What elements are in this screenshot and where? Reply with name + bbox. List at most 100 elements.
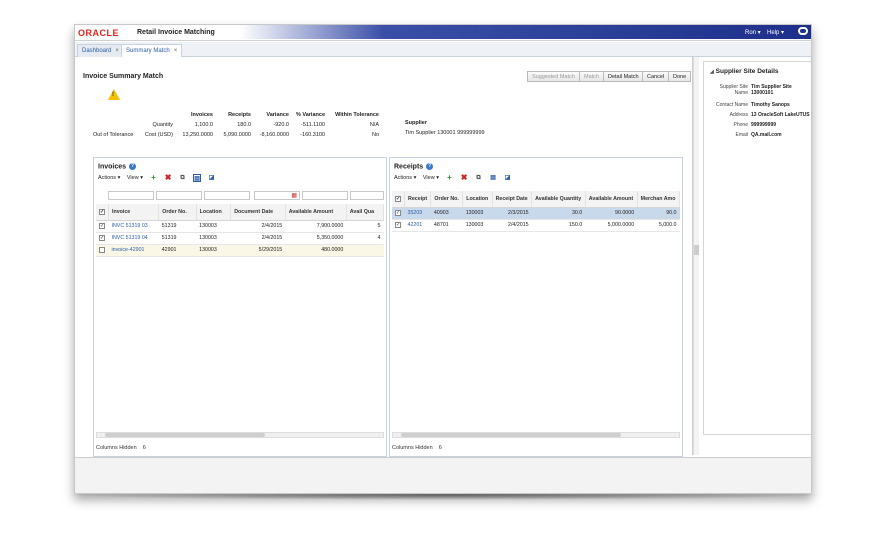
col-header[interactable]: Available Quantity (531, 191, 586, 208)
table-header: ✓ Receipt Order No. Location Receipt Dat… (392, 191, 681, 208)
detach-icon[interactable]: ⧉ (179, 174, 187, 182)
supplier-value: Tim Supplier 130001 999999999 (405, 130, 485, 136)
scroll-thumb[interactable] (401, 433, 621, 437)
close-icon[interactable]: × (115, 48, 119, 54)
actions-menu[interactable]: Actions ▾ (98, 175, 120, 181)
field-value: QA.mail.com (751, 132, 782, 138)
invoice-link[interactable]: invoice-42901 (108, 244, 159, 257)
col-header[interactable]: Available Amount (585, 191, 638, 208)
help-menu[interactable]: Help ▾ (767, 29, 784, 36)
main-content: Invoice Summary Match Suggested Match Ma… (75, 57, 693, 457)
warning-icon (108, 89, 120, 100)
app-title: Retail Invoice Matching (137, 29, 215, 36)
invoice-link[interactable]: INVC 51319 03 (108, 220, 159, 233)
tab-summary-match[interactable]: Summary Match × (121, 44, 183, 57)
col-header[interactable]: Order No. (158, 204, 197, 221)
col-header[interactable]: Avail Qua (346, 204, 385, 221)
filter-date[interactable]: ▦ (254, 191, 300, 200)
receipts-title: Receipts? (394, 163, 434, 170)
amount-cell: 5,350.0000 (285, 232, 347, 245)
cancel-button[interactable]: Cancel (642, 71, 670, 82)
row-checkbox[interactable]: ✓ (99, 234, 105, 241)
receipts-toolbar: Actions ▾ View ▾ + ✖ ⧉ ▤ ◪ (394, 174, 517, 186)
date-cell: 2/4/2015 (492, 219, 532, 232)
select-all-checkbox[interactable]: ✓ (99, 208, 105, 215)
tab-label: Summary Match (126, 48, 170, 54)
filter-invoice[interactable] (108, 191, 154, 200)
filter-amount[interactable] (302, 191, 348, 200)
add-icon[interactable]: + (446, 174, 454, 182)
delete-icon[interactable]: ✖ (164, 174, 172, 182)
table-row[interactable]: invoice-42901 42901 130003 5/29/2015 480… (96, 244, 384, 257)
freeze-icon[interactable]: ▤ (489, 174, 497, 182)
close-icon[interactable]: × (174, 48, 178, 54)
field-label: Supplier Site Name (719, 84, 748, 96)
invoice-link[interactable]: INVC 51319 04 (108, 232, 159, 245)
help-icon[interactable]: ? (129, 163, 137, 170)
col-header[interactable]: Receipt Date (492, 191, 533, 208)
receipts-cost: 5,090.0000 (223, 132, 251, 138)
table-row[interactable]: ✓ 42201 48701 130003 2/4/2015 150.0 5,00… (392, 219, 680, 232)
collapse-icon[interactable]: ◢ (710, 69, 714, 75)
col-header[interactable]: Merchan Amo (637, 191, 681, 208)
supplier-label: Supplier (405, 120, 428, 126)
done-button[interactable]: Done (668, 71, 692, 82)
row-checkbox[interactable]: ✓ (395, 209, 401, 216)
col-header[interactable]: Document Date (230, 204, 286, 221)
location-cell: 130003 (196, 232, 231, 245)
row-checkbox[interactable]: ✓ (395, 221, 401, 228)
field-value: Timothy Sanops (751, 102, 790, 108)
columns-hidden-count: 6 (438, 445, 442, 451)
row-checkbox[interactable] (99, 246, 105, 253)
actions-menu[interactable]: Actions ▾ (394, 175, 416, 181)
view-menu[interactable]: View ▾ (127, 175, 143, 181)
wrap-icon[interactable]: ◪ (208, 174, 216, 182)
user-menu[interactable]: Ron ▾ (745, 29, 761, 36)
select-all-cell[interactable]: ✓ (96, 204, 109, 221)
horizontal-scrollbar[interactable] (392, 432, 680, 438)
location-cell: 130003 (196, 220, 231, 233)
select-all-cell[interactable]: ✓ (392, 191, 405, 208)
freeze-icon[interactable]: ▤ (193, 174, 202, 182)
detach-icon[interactable]: ⧉ (475, 174, 483, 182)
filter-qty[interactable] (350, 191, 384, 200)
invoices-panel: Invoices? Actions ▾ View ▾ + ✖ ⧉ ▤ ◪ ▦ ✓… (93, 157, 387, 457)
vertical-scrollbar[interactable] (693, 57, 699, 455)
bottom-bar (75, 457, 811, 493)
col-receipts: Receipts (228, 112, 251, 118)
table-row[interactable]: ✓ INVC 51319 04 51319 130003 2/4/2015 5,… (96, 232, 384, 245)
match-button[interactable]: Match (579, 71, 604, 82)
suggested-match-button[interactable]: Suggested Match (527, 71, 580, 82)
view-menu[interactable]: View ▾ (423, 175, 439, 181)
table-row[interactable]: ✓ 35203 40903 130003 2/3/2015 30.0 90.00… (392, 207, 680, 220)
columns-hidden: Columns Hidden 6 (392, 445, 442, 451)
tab-dashboard[interactable]: Dashboard × (77, 44, 124, 57)
col-header[interactable]: Invoice (108, 204, 160, 221)
receipt-link[interactable]: 42201 (404, 219, 431, 232)
help-icon[interactable]: ? (426, 163, 434, 170)
table-row[interactable]: ✓ INVC 51319 03 51319 130003 2/4/2015 7,… (96, 220, 384, 233)
col-header[interactable]: Order No. (430, 191, 464, 208)
wrap-icon[interactable]: ◪ (504, 174, 512, 182)
field-value: 999999999 (751, 122, 777, 128)
amount-cell: 480.0000 (285, 244, 347, 257)
select-all-checkbox[interactable]: ✓ (395, 195, 401, 202)
row-checkbox[interactable]: ✓ (99, 222, 105, 229)
col-header[interactable]: Receipt (404, 191, 432, 208)
filter-order[interactable] (156, 191, 202, 200)
calendar-icon[interactable]: ▦ (291, 192, 297, 199)
delete-icon[interactable]: ✖ (460, 174, 468, 182)
scroll-thumb[interactable] (105, 433, 265, 437)
receipt-link[interactable]: 35203 (404, 207, 431, 220)
col-within-tolerance: Within Tolerance (335, 112, 379, 118)
row-label-quantity: Quantity (152, 122, 173, 128)
detail-match-button[interactable]: Detail Match (603, 71, 644, 82)
add-icon[interactable]: + (150, 174, 158, 182)
col-header[interactable]: Location (196, 204, 232, 221)
invoices-table: ✓ Invoice Order No. Location Document Da… (96, 204, 385, 257)
col-header[interactable]: Location (462, 191, 493, 208)
filter-location[interactable] (204, 191, 250, 200)
col-header[interactable]: Available Amount (285, 204, 347, 221)
splitter-handle[interactable] (694, 245, 699, 255)
horizontal-scrollbar[interactable] (96, 432, 384, 438)
